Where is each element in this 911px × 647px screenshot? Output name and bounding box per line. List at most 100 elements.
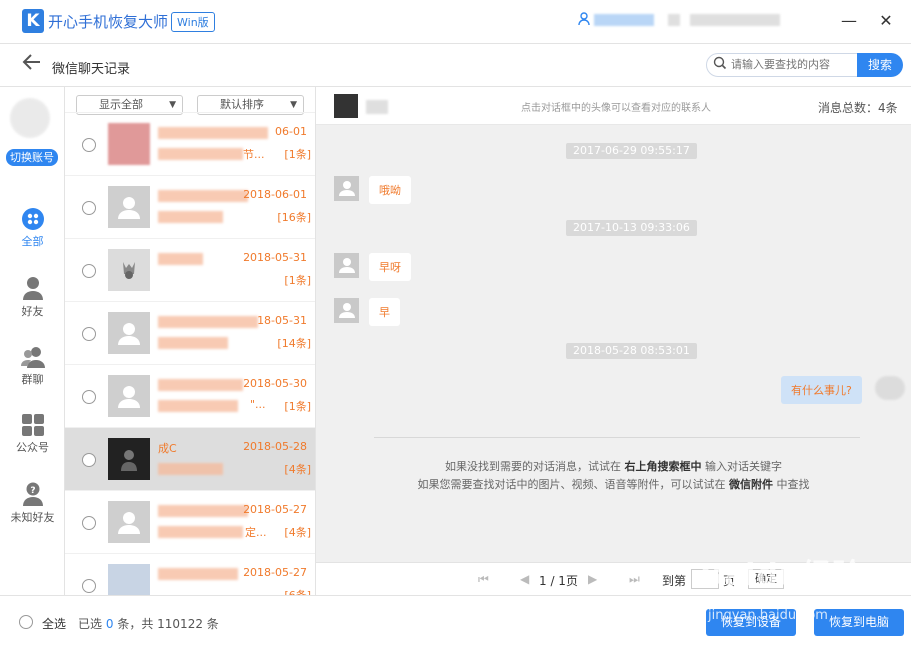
list-item[interactable]: 定... 2018-05-27 [4条] <box>65 490 315 553</box>
snippet-redacted <box>158 526 243 538</box>
chat-hint: 点击对话框中的头像可以查看对应的联系人 <box>521 103 711 114</box>
search-tip: 如果没找到需要的对话消息，试试在 右上角搜索框中 输入对话关键字 <box>445 460 782 473</box>
sidebar-item-label: 公众号 <box>16 441 49 454</box>
message-count: [1条] <box>284 400 311 413</box>
timestamp: 2017-10-13 09:33:06 <box>566 220 697 236</box>
last-page-icon[interactable]: ⏭ <box>629 572 640 587</box>
first-page-icon[interactable]: ⏮ <box>478 572 489 587</box>
row-checkbox[interactable] <box>82 516 96 530</box>
row-checkbox[interactable] <box>82 390 96 404</box>
date: 2018-05-27 <box>243 566 307 579</box>
app-title: 开心手机恢复大师 <box>48 13 169 31</box>
person-icon <box>22 277 43 300</box>
contact-name-redacted <box>158 316 258 328</box>
sidebar-item-label: 未知好友 <box>10 511 55 524</box>
contact-name-redacted <box>158 568 238 580</box>
prev-page-icon[interactable]: ◀ <box>520 572 529 586</box>
snippet-redacted <box>158 463 223 475</box>
default-avatar-icon <box>108 501 150 543</box>
avatar <box>108 564 150 595</box>
contact-avatar[interactable] <box>334 94 358 118</box>
sidebar-item-official[interactable]: 公众号 <box>0 414 65 455</box>
unknown-person-icon: ? <box>22 482 43 506</box>
goto-label: 到第 <box>662 574 687 588</box>
message-bubble-sent: 有什么事儿? <box>781 376 862 404</box>
sidebar-item-friends[interactable]: 好友 <box>0 276 65 319</box>
watermark-url: jingyan.baidu.com <box>708 608 828 623</box>
row-checkbox[interactable] <box>82 327 96 341</box>
message-bubble: 早呀 <box>369 253 411 281</box>
date: 2018-05-27 <box>243 503 307 516</box>
sender-avatar[interactable] <box>875 376 905 400</box>
minimize-button[interactable]: — <box>838 10 860 32</box>
list-item[interactable]: 2018-05-27 [6条] <box>65 553 315 595</box>
search-button[interactable]: 搜索 <box>857 53 903 77</box>
chat-panel <box>316 87 911 595</box>
sidebar-item-unknown[interactable]: ? 未知好友 <box>0 482 65 525</box>
row-checkbox[interactable] <box>82 138 96 152</box>
selection-info: 已选 0 条，共 110122 条 <box>78 617 219 631</box>
timestamp: 2018-05-28 08:53:01 <box>566 343 697 359</box>
contact-name-redacted <box>366 100 388 114</box>
row-checkbox[interactable] <box>82 264 96 278</box>
sender-avatar[interactable] <box>334 298 359 323</box>
watermark: Baidu经验 <box>700 558 864 593</box>
list-item[interactable]: 18-05-31 [14条] <box>65 301 315 364</box>
snippet: 定... <box>245 526 267 539</box>
list-item[interactable]: 2018-06-01 [16条] <box>65 175 315 238</box>
filter-value: 显示全部 <box>99 98 143 111</box>
close-button[interactable]: ✕ <box>875 10 897 32</box>
contact-name-redacted <box>158 253 203 265</box>
sidebar-item-label: 群聊 <box>21 373 44 386</box>
divider <box>374 437 860 438</box>
message-count: [4条] <box>284 463 311 476</box>
group-icon <box>20 347 45 368</box>
sidebar-item-groups[interactable]: 群聊 <box>0 346 65 387</box>
search-icon <box>713 56 727 73</box>
snippet: "... <box>250 398 266 411</box>
sender-avatar[interactable] <box>334 253 359 278</box>
device-name-redacted <box>690 14 780 26</box>
date: 06-01 <box>275 125 307 138</box>
date: 2018-05-31 <box>243 251 307 264</box>
snippet-redacted <box>158 211 223 223</box>
default-avatar-icon <box>108 375 150 417</box>
date: 18-05-31 <box>257 314 307 327</box>
list-item[interactable]: 2018-05-31 [1条] <box>65 238 315 301</box>
list-item[interactable]: "... 2018-05-30 [1条] <box>65 364 315 427</box>
user-icon <box>578 12 590 29</box>
sidebar-item-all[interactable]: 全部 <box>0 208 65 249</box>
row-checkbox[interactable] <box>82 201 96 215</box>
message-bubble: 哦呦 <box>369 176 411 204</box>
redacted <box>668 14 680 26</box>
snippet-redacted <box>158 400 238 412</box>
message-count: [14条] <box>277 337 311 350</box>
select-all-label[interactable]: 全选 <box>42 615 66 632</box>
row-checkbox[interactable] <box>82 453 96 467</box>
sender-avatar[interactable] <box>334 176 359 201</box>
select-all-checkbox[interactable] <box>19 615 33 629</box>
switch-account-button[interactable]: 切换账号 <box>6 149 58 166</box>
list-item-selected[interactable]: 成C 2018-05-28 [4条] <box>65 427 315 490</box>
default-avatar-icon <box>108 186 150 228</box>
date: 2018-05-28 <box>243 440 307 453</box>
contact-name-redacted <box>158 505 248 517</box>
grid-icon <box>21 208 44 230</box>
search-input[interactable] <box>731 58 851 71</box>
page-title: 微信聊天记录 <box>52 62 131 77</box>
edition-badge: Win版 <box>171 12 215 32</box>
list-item[interactable]: 节... 06-01 [1条] <box>65 112 315 175</box>
row-checkbox[interactable] <box>82 579 96 593</box>
date: 2018-06-01 <box>243 188 307 201</box>
contact-name-redacted <box>158 127 268 139</box>
back-arrow-icon[interactable] <box>22 52 42 76</box>
app-logo: K <box>22 9 44 33</box>
sidebar-item-label: 好友 <box>21 305 44 318</box>
sort-value: 默认排序 <box>220 98 264 111</box>
message-count: [16条] <box>277 211 311 224</box>
message-bubble: 早 <box>369 298 400 326</box>
snippet-redacted <box>158 148 243 160</box>
next-page-icon[interactable]: ▶ <box>588 572 597 586</box>
avatar <box>108 438 150 480</box>
snippet-redacted <box>158 337 228 349</box>
